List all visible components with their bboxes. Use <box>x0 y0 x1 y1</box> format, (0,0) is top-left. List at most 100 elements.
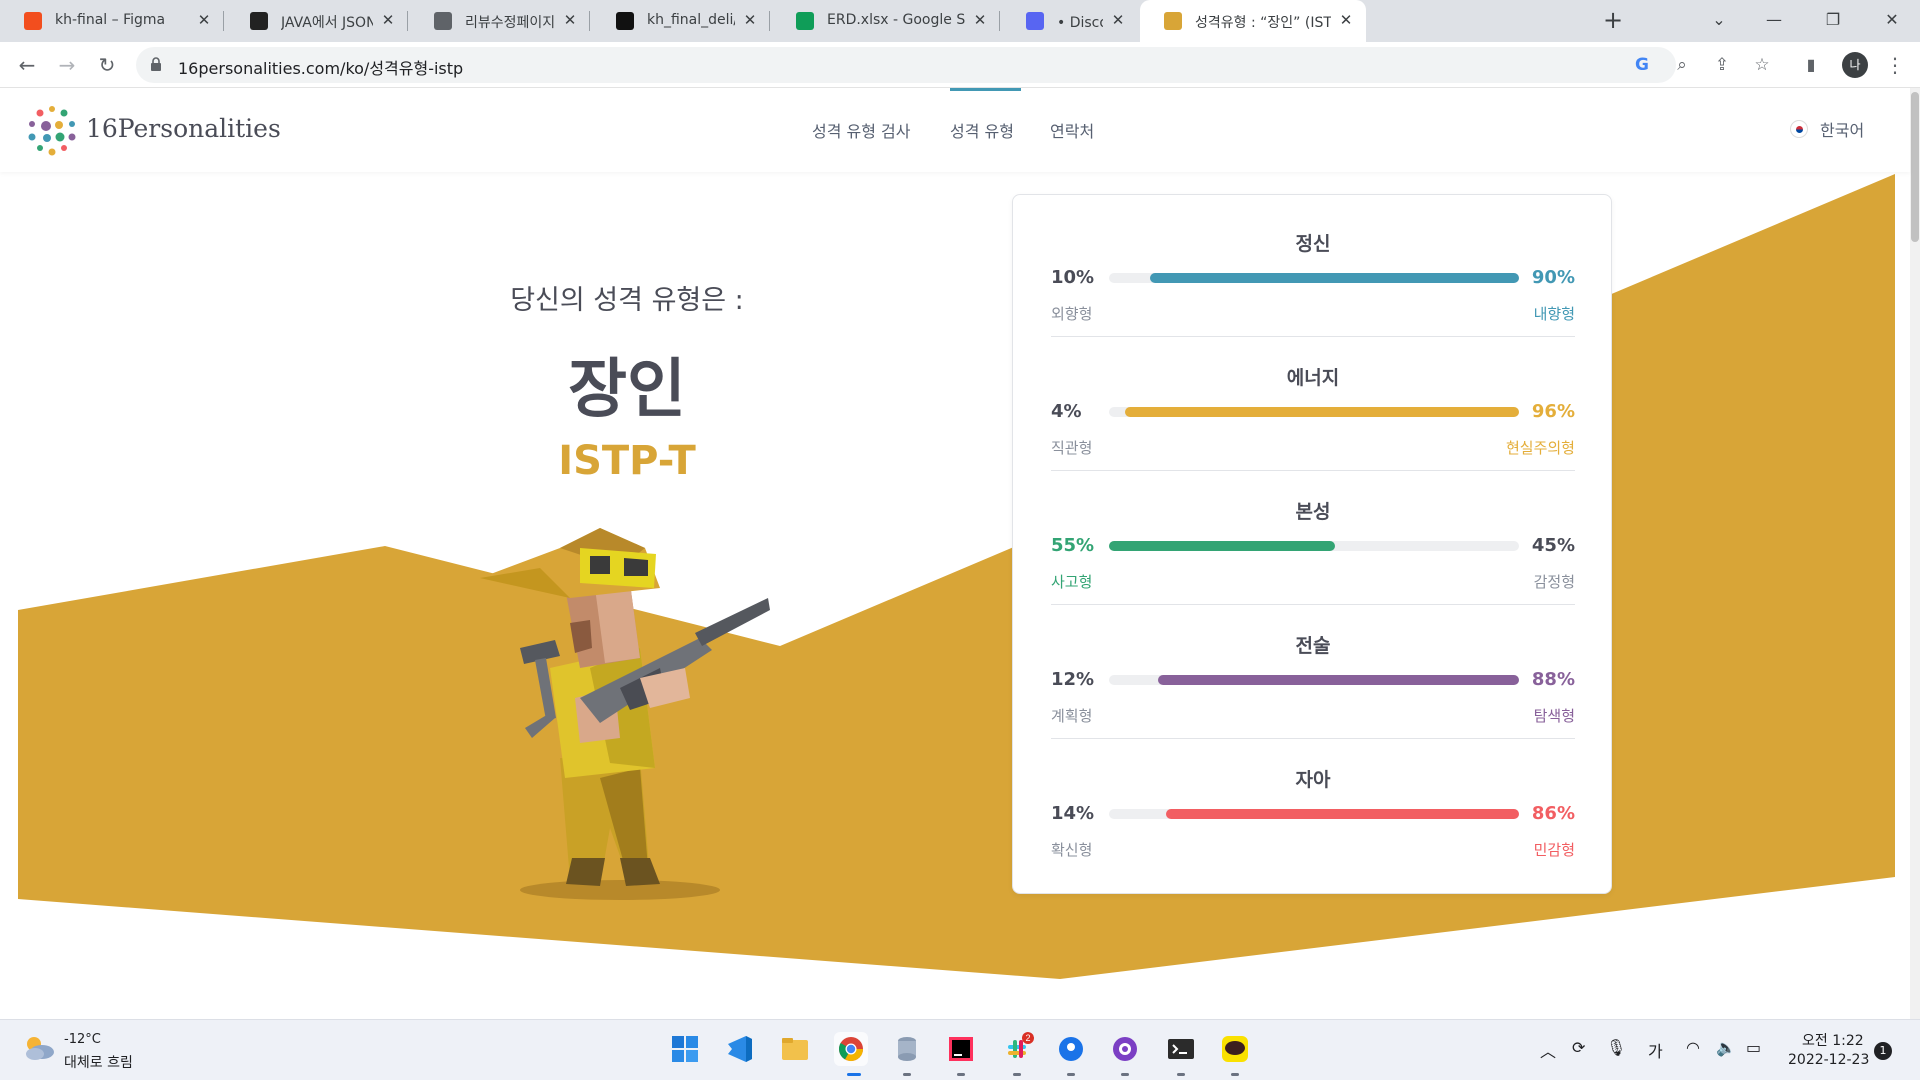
trait-bar-fill <box>1125 407 1519 417</box>
maps-pin-icon[interactable] <box>1054 1032 1088 1066</box>
zoom-icon[interactable]: ⌕ <box>1670 53 1694 77</box>
trait-bar-fill <box>1150 273 1519 283</box>
trait-row: 본성 55% 45% 사고형 감정형 <box>1051 463 1575 605</box>
side-panel-icon[interactable]: ▮ <box>1796 50 1826 80</box>
tab-favicon-icon <box>1026 12 1044 30</box>
trait-bar-fill <box>1166 809 1519 819</box>
windows-start-icon[interactable] <box>668 1032 702 1066</box>
browser-tab[interactable]: kh_final_deli/src/main ✕ <box>592 0 770 42</box>
trait-name: 에너지 <box>1286 367 1340 389</box>
trait-right-label: 현실주의형 <box>1505 439 1575 457</box>
vscode-icon[interactable] <box>722 1032 756 1066</box>
trait-left-percent: 14% <box>1051 803 1095 824</box>
trait-bar-fill <box>1109 541 1335 551</box>
browser-tab[interactable]: kh-final – Figma ✕ <box>0 0 224 42</box>
menu-kebab-icon[interactable]: ⋮ <box>1880 50 1910 80</box>
trait-right-percent: 45% <box>1531 535 1575 556</box>
trait-row: 에너지 4% 96% 직관형 현실주의형 <box>1051 329 1575 471</box>
traits-card: 정신 10% 90% 외향형 내향형 에너지 4% 96% 직관형 현실주의형 본성 55% 45% 사고… <box>1012 194 1612 894</box>
tab-close-icon[interactable]: ✕ <box>740 10 760 30</box>
address-bar[interactable]: 16personalities.com/ko/성격유형-istp G ⌕ ⇪ ☆ <box>136 47 1770 83</box>
tab-close-icon[interactable]: ✕ <box>1336 10 1356 30</box>
language-label: 한국어 <box>1820 121 1865 140</box>
bookmark-star-icon[interactable]: ☆ <box>1750 53 1774 77</box>
site-header: 16Personalities 성격 유형 검사 성격 유형 연락처 한국어 <box>0 88 1910 172</box>
tab-close-icon[interactable]: ✕ <box>560 10 580 30</box>
wifi-icon[interactable]: ◠ <box>1686 1038 1700 1057</box>
clock-time[interactable]: 오전 1:22 <box>1802 1030 1864 1050</box>
trait-bar-fill <box>1158 675 1519 685</box>
restore-button[interactable]: ❐ <box>1810 4 1856 36</box>
browser-tab[interactable]: • Discord | @민 ✕ <box>1002 0 1138 42</box>
db-running-indicator <box>903 1073 911 1076</box>
tab-close-icon[interactable]: ✕ <box>1108 10 1128 30</box>
weather-temperature: -12°C <box>64 1032 101 1047</box>
browser-tab[interactable]: 리뷰수정페이지 ✕ <box>410 0 590 42</box>
scrollbar-thumb[interactable] <box>1911 92 1919 242</box>
tab-separator <box>407 11 408 31</box>
microphone-icon[interactable]: 🎙 <box>1606 1038 1626 1057</box>
tray-chevron-icon[interactable]: ︿ <box>1540 1038 1556 1062</box>
ime-indicator[interactable]: 가 <box>1648 1038 1663 1062</box>
logo-dots-icon[interactable] <box>26 104 78 156</box>
tab-title: ERD.xlsx - Google Sh <box>827 12 965 28</box>
terminal-icon[interactable] <box>1164 1032 1198 1066</box>
site-logo[interactable]: 16Personalities <box>86 114 281 143</box>
tab-close-icon[interactable]: ✕ <box>378 10 398 30</box>
trait-name: 정신 <box>1295 233 1331 255</box>
tab-title: kh_final_deli/src/main <box>647 12 735 28</box>
nav-test[interactable]: 성격 유형 검사 <box>812 118 911 142</box>
reload-icon[interactable]: ↻ <box>92 50 122 80</box>
browser-tab[interactable]: JAVA에서 JSONParser ✕ <box>226 0 408 42</box>
back-arrow-icon[interactable]: ← <box>12 50 42 80</box>
type-name: 장인 <box>568 353 686 427</box>
share-icon[interactable]: ⇪ <box>1710 53 1734 77</box>
forward-arrow-icon[interactable]: → <box>52 50 82 80</box>
trait-name: 자아 <box>1295 769 1331 791</box>
trait-right-percent: 86% <box>1531 803 1575 824</box>
result-intro: 당신의 성격 유형은 : <box>510 285 744 316</box>
intellij-running-indicator <box>957 1073 965 1076</box>
kakaotalk-icon[interactable] <box>1218 1032 1252 1066</box>
trait-left-label: 확신형 <box>1051 841 1093 859</box>
google-icon[interactable]: G <box>1630 53 1654 77</box>
chrome-icon[interactable] <box>834 1032 868 1066</box>
battery-icon[interactable]: ▭ <box>1746 1038 1761 1057</box>
browser-tab[interactable]: ERD.xlsx - Google Sh ✕ <box>772 0 1000 42</box>
virtuoso-character-illustration <box>480 528 770 900</box>
trait-bar-track <box>1109 809 1519 819</box>
browser-toolbar: ← → ↻ 16personalities.com/ko/성격유형-istp G… <box>0 42 1920 88</box>
tab-close-icon[interactable]: ✕ <box>970 10 990 30</box>
database-app-icon[interactable] <box>890 1032 924 1066</box>
github-running-indicator <box>1121 1073 1129 1076</box>
slack-icon[interactable]: 2 <box>1000 1032 1034 1066</box>
tab-favicon-icon <box>24 12 42 30</box>
intellij-icon[interactable] <box>944 1032 978 1066</box>
tab-close-icon[interactable]: ✕ <box>194 10 214 30</box>
nav-contact[interactable]: 연락처 <box>1050 118 1094 142</box>
file-explorer-icon[interactable] <box>778 1032 812 1066</box>
cloudy-weather-icon[interactable] <box>22 1034 56 1062</box>
tab-search-icon[interactable]: ⌄ <box>1696 4 1742 36</box>
page-scrollbar[interactable] <box>1910 88 1920 1019</box>
tab-title: 리뷰수정페이지 <box>465 15 555 31</box>
new-tab-button[interactable]: + <box>1600 8 1626 34</box>
slack-badge: 2 <box>1025 1033 1030 1043</box>
trait-bar-track <box>1109 675 1519 685</box>
trait-left-percent: 55% <box>1051 535 1095 556</box>
nav-types[interactable]: 성격 유형 <box>950 118 1014 142</box>
notification-badge[interactable]: 1 <box>1874 1042 1892 1060</box>
github-desktop-icon[interactable] <box>1108 1032 1142 1066</box>
type-code: ISTP-T <box>558 438 696 484</box>
clock-date[interactable]: 2022-12-23 <box>1788 1052 1869 1068</box>
browser-tab[interactable]: 성격유형 : “장인” (IST ✕ <box>1140 0 1366 42</box>
slack-running-indicator <box>1013 1073 1021 1076</box>
sync-icon[interactable]: ⟳ <box>1572 1038 1585 1057</box>
close-window-button[interactable]: ✕ <box>1869 4 1915 36</box>
language-selector[interactable]: 한국어 <box>1790 117 1864 141</box>
tab-favicon-icon <box>250 12 268 30</box>
volume-icon[interactable]: 🔈 <box>1716 1038 1736 1057</box>
weather-condition: 대체로 흐림 <box>64 1055 133 1071</box>
profile-avatar[interactable]: 나 <box>1842 52 1868 78</box>
minimize-button[interactable]: — <box>1751 4 1797 36</box>
